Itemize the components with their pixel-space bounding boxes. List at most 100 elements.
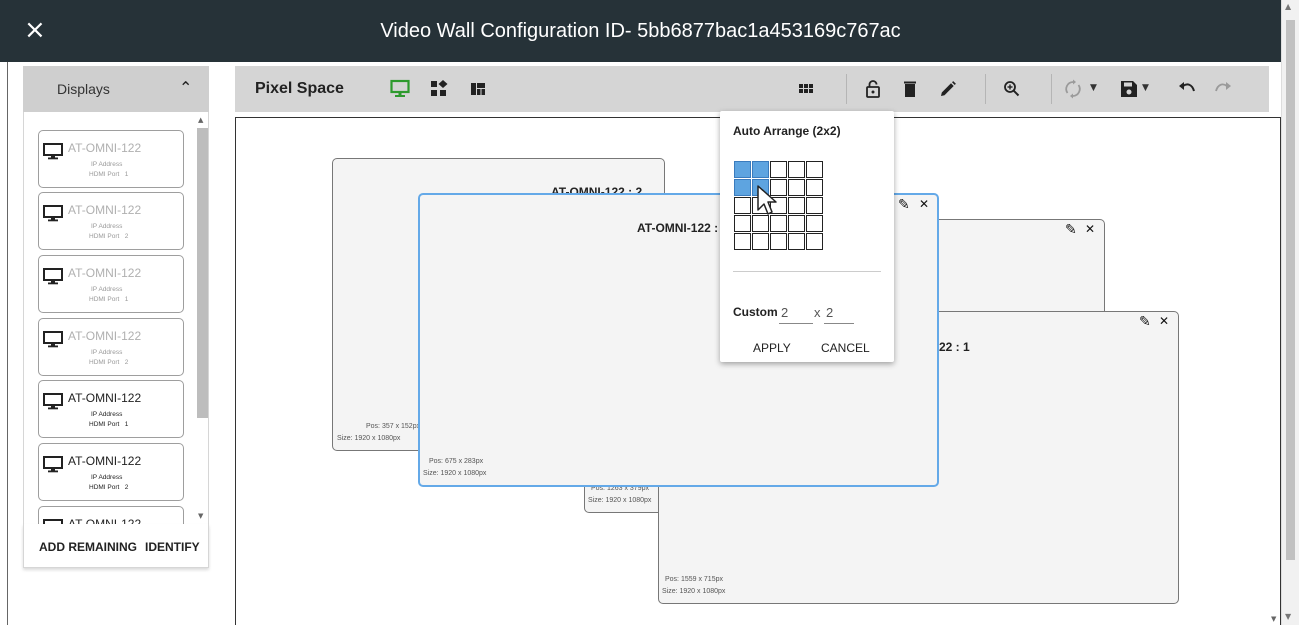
chevron-up-icon[interactable]: ⌃ xyxy=(179,78,192,97)
display-card[interactable]: AT-OMNI-122 xyxy=(38,506,184,524)
grid-cell[interactable] xyxy=(752,233,769,250)
custom-rows-input[interactable] xyxy=(779,302,813,324)
monitor-icon xyxy=(43,331,63,348)
auto-arrange-title: Auto Arrange (2x2) xyxy=(733,124,841,138)
grid-cell[interactable] xyxy=(734,233,751,250)
screen-close-icon[interactable]: ✕ xyxy=(1085,222,1095,236)
title-bar: × Video Wall Configuration ID- 5bb6877ba… xyxy=(0,0,1281,62)
scroll-up-icon[interactable]: ▲ xyxy=(1285,2,1291,11)
sync-icon[interactable] xyxy=(1063,79,1083,99)
monitor-icon[interactable] xyxy=(390,79,410,99)
cancel-button[interactable]: CANCEL xyxy=(821,341,870,355)
screen-close-icon[interactable]: ✕ xyxy=(1159,314,1169,328)
monitor-icon xyxy=(43,456,63,473)
zoom-in-icon[interactable] xyxy=(1002,79,1022,99)
custom-cols-input[interactable] xyxy=(824,302,854,324)
displays-panel-footer: ADD REMAINING IDENTIFY xyxy=(23,524,209,568)
mouse-pointer-icon xyxy=(757,185,777,215)
display-name: AT-OMNI-122 xyxy=(68,266,142,280)
displays-list-scrollbar[interactable]: ▲ ▼ xyxy=(196,116,208,526)
displays-panel-header[interactable]: Displays ⌃ xyxy=(23,66,209,112)
display-card[interactable]: AT-OMNI-122 IP Address HDMI Port 2 xyxy=(38,192,184,250)
screen-edit-icon[interactable]: ✎ xyxy=(1065,222,1077,238)
display-port-label: HDMI Port 1 xyxy=(89,421,129,428)
screen-edit-icon[interactable]: ✎ xyxy=(898,197,910,213)
screen-edit-icon[interactable]: ✎ xyxy=(1139,314,1151,330)
monitor-icon xyxy=(43,205,63,222)
grid-cell[interactable] xyxy=(806,179,823,196)
canvas-scroll-down-icon[interactable]: ▼ xyxy=(1271,615,1276,623)
grid-cell[interactable] xyxy=(806,197,823,214)
edit-icon[interactable] xyxy=(938,79,958,99)
display-card[interactable]: AT-OMNI-122 IP Address HDMI Port 2 xyxy=(38,318,184,376)
screen-size: Size: 1920 x 1080px xyxy=(337,435,401,442)
custom-cols-prefix: x xyxy=(814,305,821,320)
grid-cell[interactable] xyxy=(788,179,805,196)
screen-label: AT-OMNI-122 : xyxy=(637,221,719,235)
display-port-label: HDMI Port 2 xyxy=(89,484,129,491)
grid-cell[interactable] xyxy=(734,197,751,214)
window-title: Video Wall Configuration ID- 5bb6877bac1… xyxy=(380,20,901,42)
grid-cell[interactable] xyxy=(806,233,823,250)
display-port-label: HDMI Port 2 xyxy=(89,359,129,366)
save-icon[interactable] xyxy=(1119,79,1139,99)
display-card[interactable]: AT-OMNI-122 IP Address HDMI Port 1 xyxy=(38,130,184,188)
add-remaining-button[interactable]: ADD REMAINING xyxy=(39,540,137,554)
pixel-space-toolbar: Pixel Space ▼ ▼ xyxy=(235,66,1269,112)
screen-position: Pos: 357 x 152px xyxy=(366,423,421,430)
grid-cell[interactable] xyxy=(806,161,823,178)
canvas-scrollbar[interactable]: ▼ xyxy=(1271,117,1280,625)
display-name: AT-OMNI-122 xyxy=(68,454,142,468)
display-name: AT-OMNI-122 xyxy=(68,329,142,343)
grid-cell[interactable] xyxy=(806,215,823,232)
scroll-down-icon[interactable]: ▼ xyxy=(1285,612,1291,621)
display-card[interactable]: AT-OMNI-122 IP Address HDMI Port 2 xyxy=(38,443,184,501)
display-ip-label: IP Address xyxy=(91,474,123,481)
grid-cell[interactable] xyxy=(770,161,787,178)
screen-close-icon[interactable]: ✕ xyxy=(919,197,929,211)
display-card[interactable]: AT-OMNI-122 IP Address HDMI Port 1 xyxy=(38,380,184,438)
grid-icon[interactable] xyxy=(796,79,816,99)
toolbar-separator xyxy=(1051,74,1052,104)
list-scroll-up-icon[interactable]: ▲ xyxy=(198,116,203,124)
display-name: AT-OMNI-122 xyxy=(68,141,142,155)
grid-cell[interactable] xyxy=(788,215,805,232)
monitor-icon xyxy=(43,143,63,160)
display-ip-label: IP Address xyxy=(91,223,123,230)
apply-button[interactable]: APPLY xyxy=(753,341,791,355)
grid-cell[interactable] xyxy=(770,233,787,250)
redo-icon[interactable] xyxy=(1213,79,1233,99)
toolbar-separator xyxy=(846,74,847,104)
dashboard-icon[interactable] xyxy=(468,79,488,99)
page-scrollbar-thumb[interactable] xyxy=(1286,20,1295,560)
monitor-icon xyxy=(43,268,63,285)
page-scrollbar[interactable]: ▲ ▼ xyxy=(1281,0,1299,625)
monitor-icon xyxy=(43,393,63,410)
grid-cell[interactable] xyxy=(734,161,751,178)
screen-position: Pos: 675 x 283px xyxy=(429,458,484,465)
grid-cell[interactable] xyxy=(788,233,805,250)
display-card[interactable]: AT-OMNI-122 IP Address HDMI Port 1 xyxy=(38,255,184,313)
identify-button[interactable]: IDENTIFY xyxy=(145,540,200,554)
grid-cell[interactable] xyxy=(788,197,805,214)
custom-label: Custom xyxy=(733,305,778,319)
grid-cell[interactable] xyxy=(752,161,769,178)
grid-cell[interactable] xyxy=(734,179,751,196)
display-ip-label: IP Address xyxy=(91,161,123,168)
layout-icon[interactable] xyxy=(429,79,449,99)
sync-dropdown-caret[interactable]: ▼ xyxy=(1090,83,1097,93)
displays-list-scrollbar-thumb[interactable] xyxy=(197,128,208,418)
display-name: AT-OMNI-122 xyxy=(68,517,142,524)
display-name: AT-OMNI-122 xyxy=(68,203,142,217)
display-port-label: HDMI Port 1 xyxy=(89,171,129,178)
displays-panel-title: Displays xyxy=(57,81,110,97)
save-dropdown-caret[interactable]: ▼ xyxy=(1142,83,1149,93)
screen-size: Size: 1920 x 1080px xyxy=(588,497,652,504)
grid-cell[interactable] xyxy=(734,215,751,232)
undo-icon[interactable] xyxy=(1177,79,1197,99)
delete-icon[interactable] xyxy=(900,79,920,99)
list-scroll-down-icon[interactable]: ▼ xyxy=(198,512,203,520)
screen-label: 22 : 1 xyxy=(939,340,970,354)
grid-cell[interactable] xyxy=(788,161,805,178)
lock-open-icon[interactable] xyxy=(863,79,883,99)
